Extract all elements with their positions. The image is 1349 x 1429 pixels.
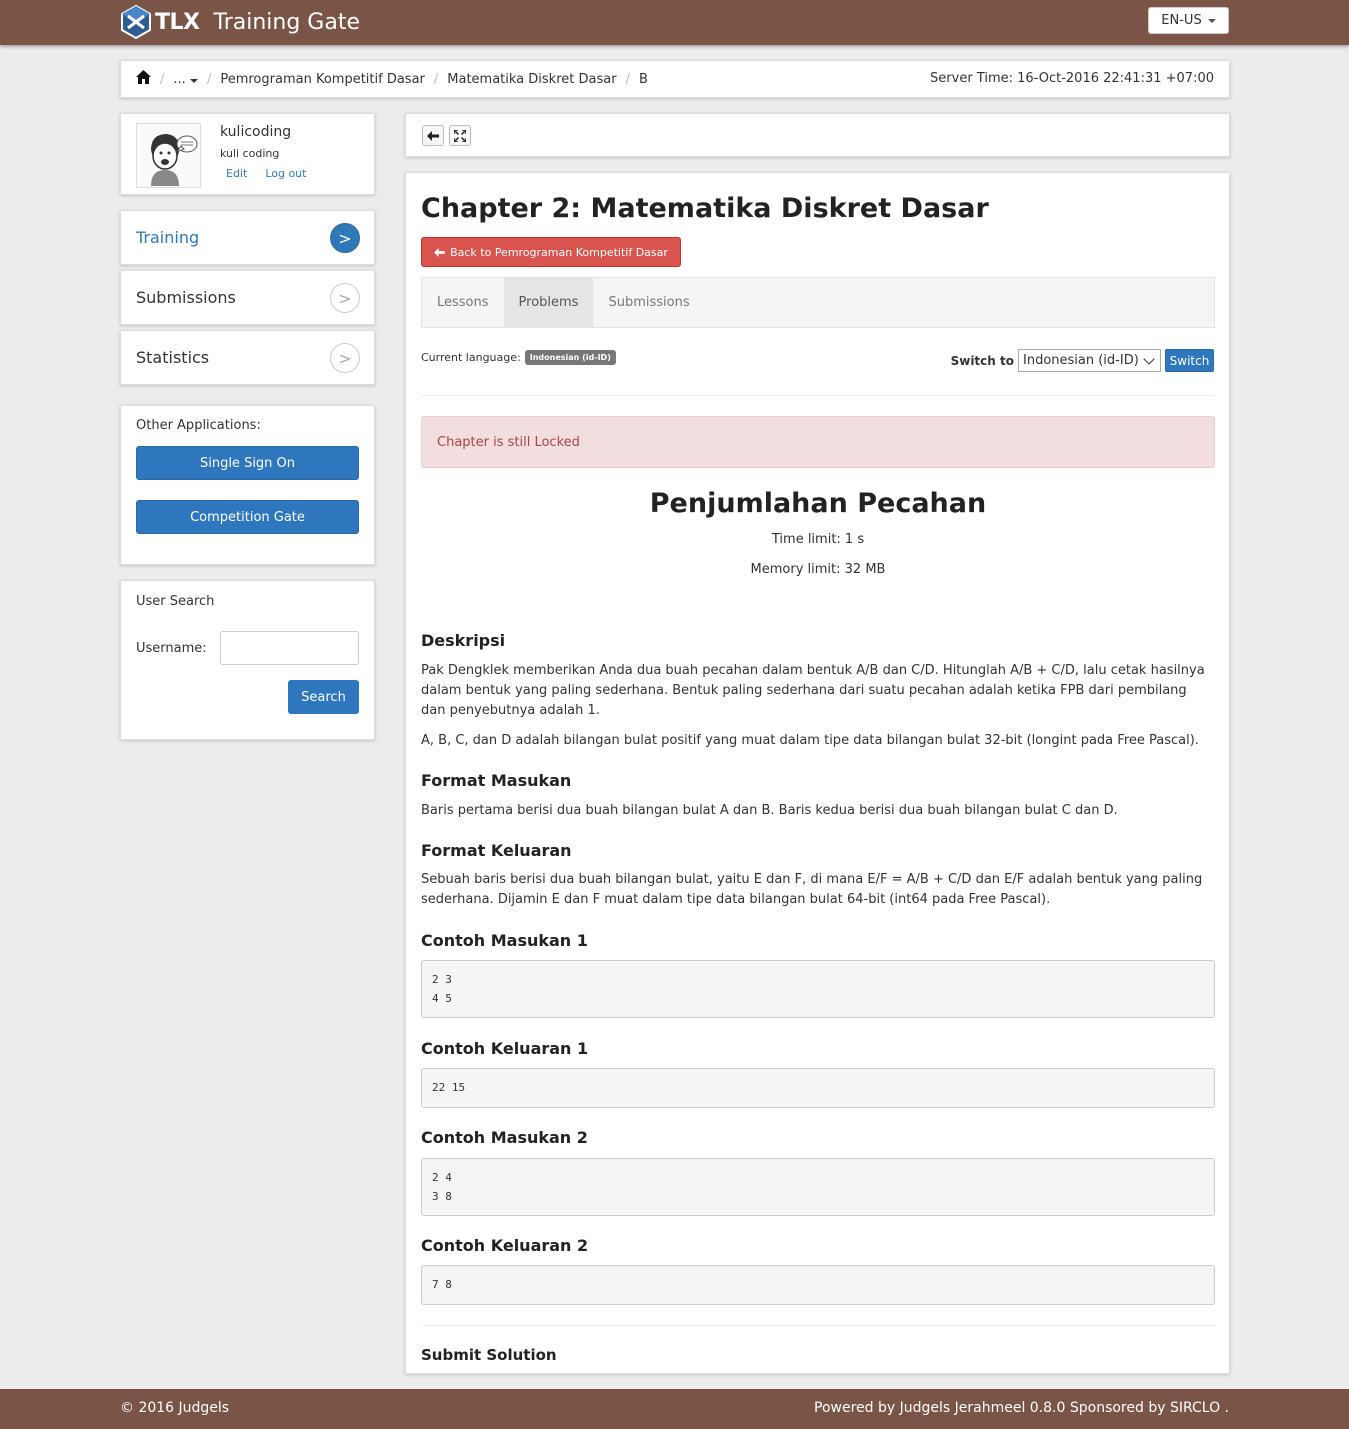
locale-label: EN-US — [1161, 13, 1202, 28]
switch-to-label: Switch to — [950, 353, 1014, 368]
single-sign-on-button[interactable]: Single Sign On — [136, 446, 359, 480]
breadcrumb-course[interactable]: Pemrograman Kompetitif Dasar — [220, 72, 425, 87]
memory-limit: Memory limit: 32 MB — [750, 562, 886, 577]
sample-heading: Contoh Masukan 2 — [421, 1128, 588, 1147]
description-paragraph: Pak Dengklek memberikan Anda dua buah pe… — [421, 663, 1205, 718]
sidebar-item-training[interactable]: Training > — [120, 210, 375, 265]
tab-submissions[interactable]: Submissions — [593, 278, 704, 327]
sample-heading: Contoh Keluaran 1 — [421, 1039, 589, 1058]
output-format-heading: Format Keluaran — [421, 841, 572, 860]
locale-dropdown[interactable]: EN-US — [1148, 7, 1229, 34]
language-select-value: Indonesian (id-ID) — [1023, 353, 1139, 368]
divider — [421, 1325, 1215, 1326]
tab-lessons[interactable]: Lessons — [422, 278, 504, 327]
current-language: Current language: Indonesian (id-ID) — [421, 350, 616, 365]
brand-name: Training Gate — [213, 9, 361, 35]
breadcrumb-separator: / — [433, 71, 439, 87]
language-switcher: Switch to Indonesian (id-ID) Switch — [951, 349, 1214, 372]
user-search-panel: User Search Username: Search — [120, 580, 375, 740]
fullscreen-icon — [454, 129, 466, 142]
competition-gate-button[interactable]: Competition Gate — [136, 500, 359, 534]
current-language-badge: Indonesian (id-ID) — [524, 350, 616, 365]
profile-panel: kulicoding kuli coding Edit Log out — [120, 113, 375, 195]
description-heading: Deskripsi — [421, 631, 506, 650]
breadcrumb: / ... / Pemrograman Kompetitif Dasar / M… — [120, 60, 1230, 98]
back-to-course-label: Back to Pemrograman Kompetitif Dasar — [450, 245, 668, 259]
top-navbar: TLX Training Gate EN-US — [0, 0, 1349, 45]
username-label: Username: — [136, 641, 207, 656]
breadcrumb-problem[interactable]: B — [639, 72, 648, 87]
other-applications-panel: Other Applications: Single Sign On Compe… — [120, 405, 375, 565]
sidebar-item-label: Statistics — [136, 348, 210, 367]
current-language-label: Current language: — [421, 351, 521, 364]
sidebar-item-statistics[interactable]: Statistics > — [120, 330, 375, 385]
footer-copyright: © 2016 Judgels — [120, 1400, 230, 1416]
sample-heading: Contoh Masukan 1 — [421, 931, 588, 950]
breadcrumb-separator: / — [625, 71, 630, 87]
divider — [421, 395, 1215, 396]
sample-block: 7 8 — [421, 1265, 1215, 1305]
caret-down-icon — [189, 78, 198, 83]
chevron-right-icon: > — [330, 343, 360, 373]
sample-block: 2 3 4 5 — [421, 960, 1215, 1018]
toolbar-panel — [405, 113, 1230, 157]
back-arrow-button[interactable] — [422, 125, 444, 146]
output-format-text: Sebuah baris berisi dua buah bilangan bu… — [421, 872, 1203, 907]
input-format-heading: Format Masukan — [421, 771, 572, 790]
home-icon[interactable] — [136, 70, 151, 88]
footer: © 2016 Judgels Powered by Judgels Jerahm… — [0, 1389, 1349, 1429]
back-to-course-button[interactable]: Back to Pemrograman Kompetitif Dasar — [421, 237, 681, 267]
fullscreen-button[interactable] — [449, 125, 471, 146]
edit-profile-link[interactable]: Edit — [226, 167, 247, 180]
time-limit: Time limit: 1 s — [771, 532, 865, 547]
profile-links: Edit Log out — [226, 167, 306, 180]
chapter-tabs: Lessons Problems Submissions — [421, 277, 1215, 328]
tlx-logo-icon — [121, 5, 151, 39]
user-search-title: User Search — [136, 594, 215, 609]
profile-name: kuli coding — [220, 147, 280, 160]
input-format-text: Baris pertama berisi dua buah bilangan b… — [421, 803, 1118, 818]
profile-username: kulicoding — [220, 124, 292, 140]
switch-language-button[interactable]: Switch — [1165, 349, 1214, 372]
other-applications-title: Other Applications: — [136, 418, 261, 433]
brand-short: TLX — [155, 9, 200, 35]
chapter-title: Chapter 2: Matematika Diskret Dasar — [421, 193, 989, 224]
username-input[interactable] — [220, 631, 359, 665]
arrow-left-icon — [434, 247, 445, 257]
logout-link[interactable]: Log out — [265, 167, 306, 180]
sample-block: 22 15 — [421, 1068, 1215, 1108]
problem-title: Penjumlahan Pecahan — [649, 488, 987, 519]
brand-link[interactable]: TLX Training Gate — [119, 4, 360, 40]
locked-alert: Chapter is still Locked — [421, 416, 1215, 468]
sidebar-item-label: Submissions — [136, 288, 236, 307]
tab-problems[interactable]: Problems — [503, 278, 594, 327]
avatar — [136, 123, 201, 188]
footer-powered-by: Powered by Judgels Jerahmeel 0.8.0 Spons… — [814, 1400, 1229, 1416]
breadcrumb-chapter[interactable]: Matematika Diskret Dasar — [447, 72, 616, 87]
submit-solution-heading: Submit Solution — [421, 1346, 557, 1364]
chevron-down-icon — [1143, 352, 1155, 365]
sidebar-item-submissions[interactable]: Submissions > — [120, 270, 375, 325]
caret-down-icon — [1207, 18, 1216, 23]
sidebar-item-label: Training — [136, 228, 200, 247]
language-select[interactable]: Indonesian (id-ID) — [1018, 349, 1161, 372]
chevron-right-icon: > — [330, 223, 360, 253]
breadcrumb-separator: / — [206, 71, 212, 87]
description-paragraph: A, B, C, dan D adalah bilangan bulat pos… — [421, 733, 1199, 748]
server-time: Server Time: 16-Oct-2016 22:41:31 +07:00 — [930, 71, 1214, 86]
search-button[interactable]: Search — [288, 680, 359, 714]
main-content-panel: Chapter 2: Matematika Diskret Dasar Back… — [405, 172, 1230, 1374]
arrow-left-icon — [427, 130, 439, 141]
breadcrumb-more-dropdown[interactable]: ... — [173, 72, 198, 87]
chevron-right-icon: > — [330, 283, 360, 313]
sample-block: 2 4 3 8 — [421, 1158, 1215, 1216]
sample-heading: Contoh Keluaran 2 — [421, 1236, 589, 1255]
breadcrumb-separator: / — [160, 71, 165, 87]
